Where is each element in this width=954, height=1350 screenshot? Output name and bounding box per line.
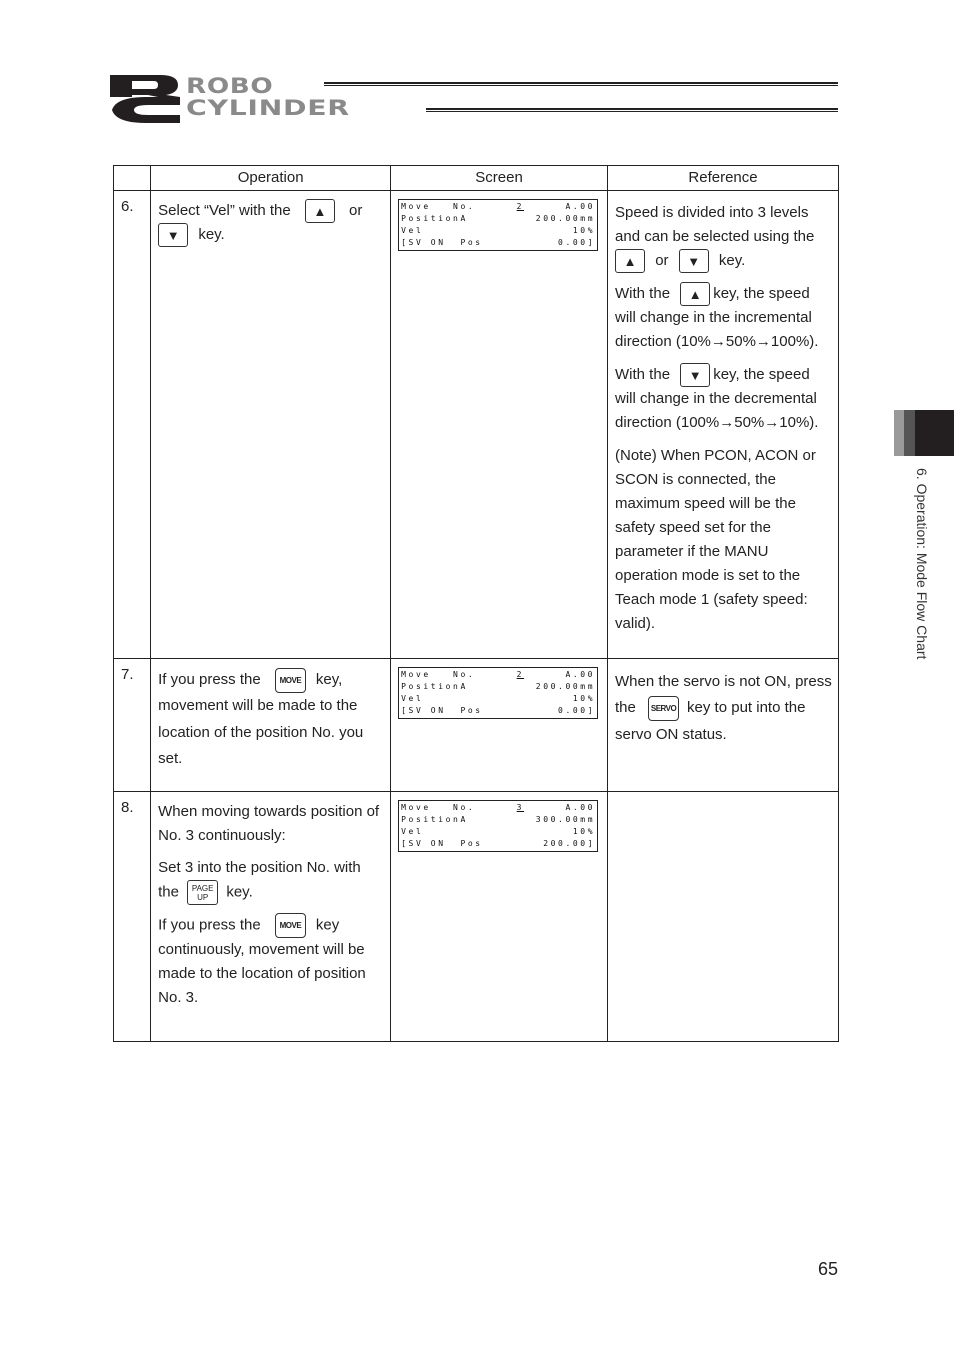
reference-text: With the <box>615 366 671 384</box>
lcd-line: Move No. 2 A.00 <box>401 670 596 679</box>
servo-key-icon: SERVO <box>648 695 680 721</box>
rc-logo-icon <box>110 75 180 123</box>
up-arrow-key-icon: ▲ <box>615 249 646 274</box>
move-key-icon: MOVE <box>274 913 306 938</box>
operation-text: Select “Vel” with the <box>158 202 291 219</box>
page-up-key-icon: PAGE UP <box>187 880 219 905</box>
down-arrow-key-icon: ▼ <box>158 223 189 248</box>
down-arrow-key-icon: ▼ <box>680 363 711 388</box>
screen-cell: Move No. 3 A.00 PositionA 300.00mm Vel 10% [… <box>390 791 609 1042</box>
logo-robo-text: ROBO <box>186 74 274 98</box>
reference-text: Speed is divided into 3 levels and can b… <box>615 204 815 245</box>
header-operation: Operation <box>150 165 392 191</box>
lcd-line: Move No. 2 A.00 <box>401 202 596 211</box>
lcd-line: PositionA 200.00mm <box>401 682 596 691</box>
step-number: 8. <box>112 791 152 1042</box>
lcd-screen: Move No. 2 A.00 PositionA 200.00mm Vel 10% [… <box>398 199 599 251</box>
lcd-screen: Move No. 3 A.00 PositionA 300.00mm Vel 10% [… <box>398 800 599 852</box>
step-number: 6. <box>112 190 152 659</box>
down-arrow-key-icon: ▼ <box>678 249 709 274</box>
header-reference: Reference <box>607 165 839 191</box>
page-number: 65 <box>818 1259 839 1279</box>
operation-text: If you press the <box>158 671 261 688</box>
step-number: 7. <box>112 658 152 792</box>
up-arrow-key-icon: ▲ <box>304 199 335 224</box>
operation-steps-table: Operation Screen Reference 6. Select “Ve… <box>112 165 839 1042</box>
operation-cell: Select “Vel” with the ▲ or ▼ key. <box>150 190 392 659</box>
reference-text: or <box>655 252 669 269</box>
lcd-line: PositionA 300.00mm <box>401 815 596 824</box>
table-row: 6. Select “Vel” with the ▲ or ▼ key. Mov… <box>112 190 839 659</box>
lcd-line: Move No. 3 A.00 <box>401 803 596 812</box>
lcd-screen: Move No. 2 A.00 PositionA 200.00mm Vel 10% [… <box>398 667 599 719</box>
chapter-label: 6. Operation: Mode Flow Chart <box>914 468 930 660</box>
screen-cell: Move No. 2 A.00 PositionA 200.00mm Vel 10% [… <box>390 658 609 792</box>
header-rule <box>426 108 838 112</box>
screen-cell: Move No. 2 A.00 PositionA 200.00mm Vel 10% [… <box>390 190 609 659</box>
table-row: 7. If you press the MOVE key, movement wi… <box>112 658 839 792</box>
header-screen: Screen <box>390 165 609 191</box>
chapter-tab <box>894 410 954 456</box>
header-num <box>112 165 152 191</box>
lcd-line: [SV ON Pos 0.00] <box>401 706 596 715</box>
operation-text: If you press the <box>158 916 261 934</box>
lcd-line: Vel 10% <box>401 694 596 703</box>
reference-note: (Note) When PCON, ACON or SCON is connec… <box>615 447 816 633</box>
lcd-line: [SV ON Pos 200.00] <box>401 839 596 848</box>
reference-cell: Speed is divided into 3 levels and can b… <box>607 190 839 659</box>
move-key-icon: MOVE <box>274 667 306 693</box>
table-row: 8. When moving towards position of No. 3… <box>112 791 839 1042</box>
operation-cell: When moving towards position of No. 3 co… <box>150 791 392 1042</box>
operation-text: key. <box>198 226 225 244</box>
lcd-line: PositionA 200.00mm <box>401 214 596 223</box>
reference-text: key. <box>718 252 746 269</box>
robo-cylinder-logo: ROBO CYLINDER <box>108 73 838 125</box>
operation-text: or <box>349 202 363 219</box>
reference-text: key to put into the servo ON status. <box>615 699 806 743</box>
up-arrow-key-icon: ▲ <box>680 282 711 307</box>
operation-text: When moving towards position of No. 3 co… <box>158 803 380 844</box>
operation-cell: If you press the MOVE key, movement will … <box>150 658 392 792</box>
table-header-row: Operation Screen Reference <box>112 165 839 191</box>
logo-cylinder-text: CYLINDER <box>186 96 350 120</box>
header-rule <box>324 82 838 86</box>
lcd-line: [SV ON Pos 0.00] <box>401 238 596 247</box>
reference-text: With the <box>615 285 671 303</box>
operation-text: key. <box>226 883 253 901</box>
lcd-line: Vel 10% <box>401 827 596 836</box>
reference-cell <box>607 791 839 1042</box>
reference-cell: When the servo is not ON, press the SERV… <box>607 658 839 792</box>
lcd-line: Vel 10% <box>401 226 596 235</box>
